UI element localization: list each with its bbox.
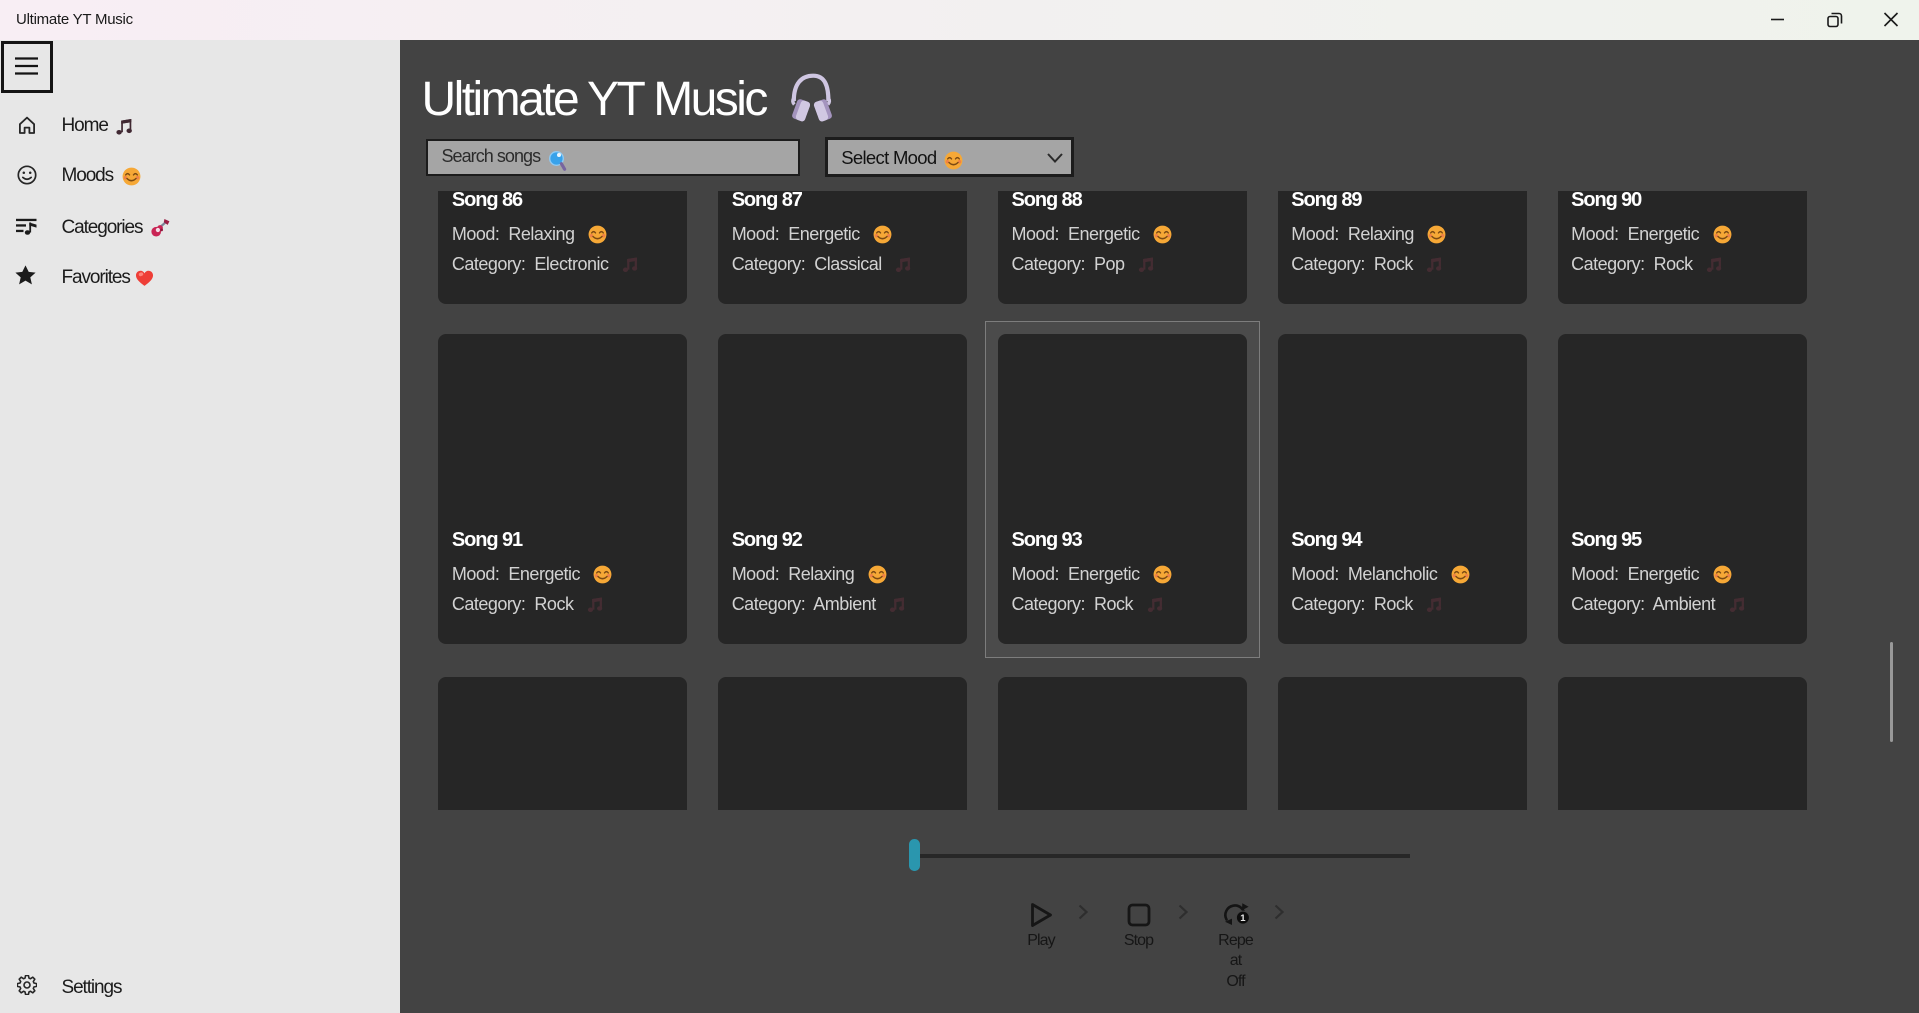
svg-text:1: 1 bbox=[1240, 913, 1246, 924]
